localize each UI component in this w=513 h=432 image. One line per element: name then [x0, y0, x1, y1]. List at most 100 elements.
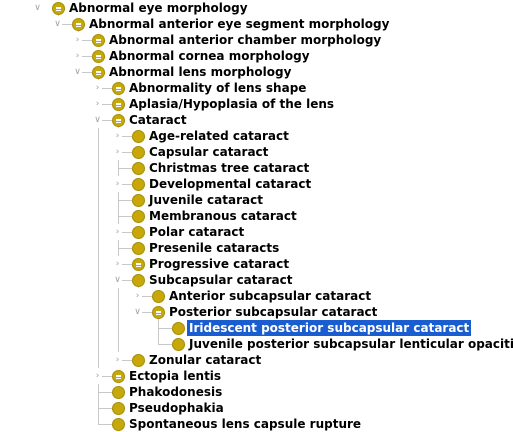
- class-icon: [132, 178, 145, 191]
- tree-node-label[interactable]: Abnormal anterior eye segment morphology: [87, 16, 391, 32]
- tree-node[interactable]: › Abnormality of lens shape: [0, 80, 513, 96]
- tree-node[interactable]: › Capsular cataract: [0, 144, 513, 160]
- class-icon: [132, 162, 145, 175]
- class-icon: [112, 402, 125, 415]
- class-icon: [132, 242, 145, 255]
- class-icon: [172, 338, 185, 351]
- tree-node-label[interactable]: Developmental cataract: [147, 176, 313, 192]
- tree-node-label[interactable]: Anterior subcapsular cataract: [167, 288, 373, 304]
- class-icon: [112, 386, 125, 399]
- class-icon: [132, 194, 145, 207]
- tree-node-label[interactable]: Abnormal lens morphology: [107, 64, 293, 80]
- chevron-right-icon[interactable]: ›: [113, 256, 122, 272]
- tree-node-label[interactable]: Spontaneous lens capsule rupture: [127, 416, 363, 432]
- chevron-down-icon[interactable]: ∨: [33, 0, 42, 16]
- tree-node[interactable]: › Polar cataract: [0, 224, 513, 240]
- chevron-right-icon[interactable]: ›: [133, 288, 142, 304]
- chevron-down-icon[interactable]: ∨: [93, 112, 102, 128]
- tree-node-label[interactable]: Capsular cataract: [147, 144, 270, 160]
- tree-node-label[interactable]: Abnormal anterior chamber morphology: [107, 32, 383, 48]
- chevron-down-icon[interactable]: ∨: [113, 272, 122, 288]
- tree-node-label[interactable]: Pseudophakia: [127, 400, 226, 416]
- class-icon: [112, 418, 125, 431]
- tree-node[interactable]: › Ectopia lentis: [0, 368, 513, 384]
- tree-node[interactable]: › Developmental cataract: [0, 176, 513, 192]
- chevron-down-icon[interactable]: ∨: [53, 16, 62, 32]
- tree-node[interactable]: Juvenile cataract: [0, 192, 513, 208]
- tree-node[interactable]: Christmas tree cataract: [0, 160, 513, 176]
- tree-node[interactable]: Presenile cataracts: [0, 240, 513, 256]
- tree-node-label[interactable]: Subcapsular cataract: [147, 272, 294, 288]
- tree-connector-line: [98, 392, 112, 393]
- tree-node-label[interactable]: Membranous cataract: [147, 208, 299, 224]
- tree-node-label[interactable]: Ectopia lentis: [127, 368, 223, 384]
- chevron-right-icon[interactable]: ›: [93, 80, 102, 96]
- tree-node[interactable]: Pseudophakia: [0, 400, 513, 416]
- class-icon: [132, 146, 145, 159]
- tree-node[interactable]: › Zonular cataract: [0, 352, 513, 368]
- chevron-down-icon[interactable]: ∨: [133, 304, 142, 320]
- tree-connector-line: [98, 408, 112, 409]
- tree-node-label[interactable]: Cataract: [127, 112, 189, 128]
- class-hierarchy-tree[interactable]: ∨ Abnormal eye morphology ∨ Abnormal anteri…: [0, 0, 513, 432]
- tree-node-label[interactable]: Abnormality of lens shape: [127, 80, 308, 96]
- defined-class-icon: [92, 34, 105, 47]
- class-icon: [132, 130, 145, 143]
- defined-class-icon: [52, 2, 65, 15]
- class-icon: [132, 226, 145, 239]
- tree-node[interactable]: Iridescent posterior subcapsular catarac…: [0, 320, 513, 336]
- tree-node[interactable]: › Abnormal anterior chamber morphology: [0, 32, 513, 48]
- tree-node[interactable]: ∨ Abnormal anterior eye segment morpholog…: [0, 16, 513, 32]
- chevron-right-icon[interactable]: ›: [113, 224, 122, 240]
- tree-connector-line: [118, 168, 132, 169]
- tree-node[interactable]: › Aplasia/Hypoplasia of the lens: [0, 96, 513, 112]
- tree-node[interactable]: › Anterior subcapsular cataract: [0, 288, 513, 304]
- defined-class-icon: [92, 66, 105, 79]
- defined-class-icon: [152, 306, 165, 319]
- tree-node-label[interactable]: Polar cataract: [147, 224, 246, 240]
- tree-node-label[interactable]: Phakodonesis: [127, 384, 224, 400]
- tree-node-label[interactable]: Christmas tree cataract: [147, 160, 311, 176]
- tree-node[interactable]: ∨ Cataract: [0, 112, 513, 128]
- tree-node-label[interactable]: Progressive cataract: [147, 256, 291, 272]
- tree-connector-line: [158, 328, 172, 329]
- tree-node-label[interactable]: Juvenile cataract: [147, 192, 265, 208]
- class-icon: [152, 290, 165, 303]
- chevron-right-icon[interactable]: ›: [93, 368, 102, 384]
- tree-node[interactable]: ∨ Abnormal eye morphology: [0, 0, 513, 16]
- tree-node-label[interactable]: Iridescent posterior subcapsular catarac…: [187, 320, 472, 336]
- tree-node-label[interactable]: Juvenile posterior subcapsular lenticula…: [187, 336, 513, 352]
- tree-node-label[interactable]: Zonular cataract: [147, 352, 263, 368]
- tree-node-label[interactable]: Abnormal cornea morphology: [107, 48, 312, 64]
- tree-node-label[interactable]: Age-related cataract: [147, 128, 291, 144]
- tree-connector-line: [118, 248, 132, 249]
- tree-node-label[interactable]: Aplasia/Hypoplasia of the lens: [127, 96, 336, 112]
- tree-node[interactable]: Spontaneous lens capsule rupture: [0, 416, 513, 432]
- chevron-right-icon[interactable]: ›: [113, 144, 122, 160]
- tree-node[interactable]: Membranous cataract: [0, 208, 513, 224]
- chevron-down-icon[interactable]: ∨: [73, 64, 82, 80]
- tree-node[interactable]: › Abnormal cornea morphology: [0, 48, 513, 64]
- tree-node[interactable]: Juvenile posterior subcapsular lenticula…: [0, 336, 513, 352]
- tree-node[interactable]: › Progressive cataract: [0, 256, 513, 272]
- chevron-right-icon[interactable]: ›: [73, 32, 82, 48]
- tree-node[interactable]: ∨ Abnormal lens morphology: [0, 64, 513, 80]
- tree-node[interactable]: ∨ Subcapsular cataract: [0, 272, 513, 288]
- chevron-right-icon[interactable]: ›: [113, 128, 122, 144]
- chevron-right-icon[interactable]: ›: [73, 48, 82, 64]
- tree-node[interactable]: Phakodonesis: [0, 384, 513, 400]
- tree-connector-line: [98, 424, 112, 425]
- class-icon: [132, 354, 145, 367]
- chevron-right-icon[interactable]: ›: [93, 96, 102, 112]
- tree-node-label[interactable]: Presenile cataracts: [147, 240, 281, 256]
- defined-class-icon: [112, 114, 125, 127]
- defined-class-icon: [132, 258, 145, 271]
- chevron-right-icon[interactable]: ›: [113, 176, 122, 192]
- class-icon: [132, 210, 145, 223]
- chevron-right-icon[interactable]: ›: [113, 352, 122, 368]
- tree-node-label[interactable]: Abnormal eye morphology: [67, 0, 250, 16]
- tree-node[interactable]: › Age-related cataract: [0, 128, 513, 144]
- defined-class-icon: [112, 82, 125, 95]
- tree-node-label[interactable]: Posterior subcapsular cataract: [167, 304, 379, 320]
- tree-node[interactable]: ∨ Posterior subcapsular cataract: [0, 304, 513, 320]
